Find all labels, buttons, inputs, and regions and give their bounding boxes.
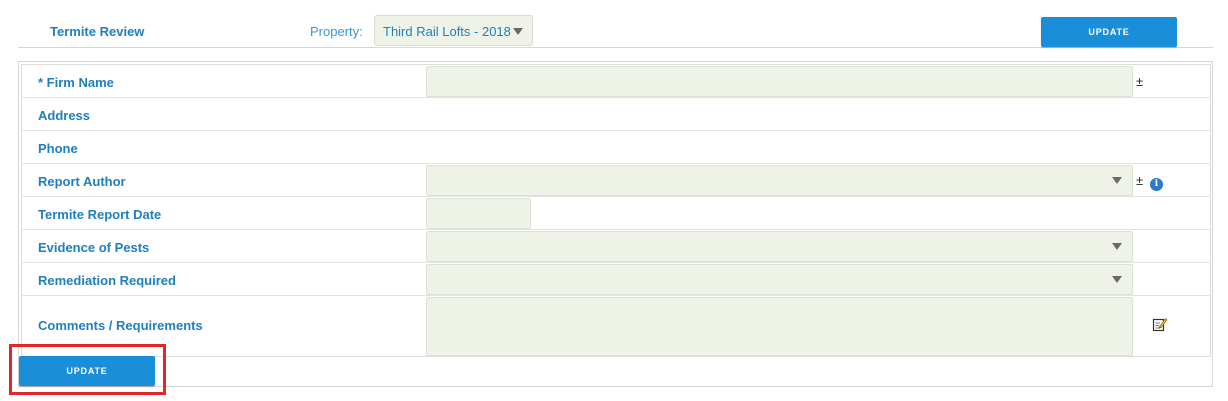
form-row-evidence-of-pests: Evidence of Pests [22, 230, 1210, 263]
add-remove-toggle[interactable]: ± [1136, 173, 1143, 188]
address-label: Address [38, 108, 91, 123]
info-icon[interactable]: i [1150, 178, 1163, 191]
form-row-report-date: Termite Report Date [22, 197, 1210, 230]
comments-requirements-label: Comments / Requirements [38, 318, 203, 333]
page-title: Termite Review [50, 24, 145, 39]
termite-review-form: * Firm Name ± Address Phone Report Autho… [18, 61, 1213, 387]
firm-name-label: * Firm Name [38, 75, 114, 90]
form-row-address: Address [22, 98, 1210, 131]
form-row-phone: Phone [22, 131, 1210, 164]
chevron-down-icon [1112, 177, 1122, 184]
edit-icon[interactable] [1152, 316, 1168, 332]
firm-name-input[interactable] [426, 66, 1133, 97]
add-remove-toggle[interactable]: ± [1136, 74, 1143, 89]
evidence-of-pests-select[interactable] [426, 231, 1133, 262]
chevron-down-icon [513, 28, 523, 35]
report-author-label: Report Author [38, 174, 126, 189]
property-select[interactable]: Third Rail Lofts - 2018 [374, 15, 533, 46]
form-row-remediation-required: Remediation Required [22, 263, 1210, 296]
termite-report-date-input[interactable] [426, 198, 531, 229]
form-row-report-author: Report Author ± i [22, 164, 1210, 197]
termite-report-date-label: Termite Report Date [38, 207, 162, 222]
chevron-down-icon [1112, 276, 1122, 283]
form-row-comments: Comments / Requirements [22, 296, 1210, 356]
evidence-of-pests-label: Evidence of Pests [38, 240, 150, 255]
form-row-firm-name: * Firm Name ± [22, 65, 1210, 98]
report-author-select[interactable] [426, 165, 1133, 196]
comments-requirements-textarea[interactable] [426, 297, 1133, 356]
page-header: Termite Review Property: Third Rail Loft… [18, 0, 1213, 48]
property-select-value: Third Rail Lofts - 2018 [383, 24, 511, 39]
remediation-required-select[interactable] [426, 264, 1133, 295]
form-table: * Firm Name ± Address Phone Report Autho… [21, 64, 1211, 357]
remediation-required-label: Remediation Required [38, 273, 176, 288]
update-button-top[interactable]: UPDATE [1041, 17, 1177, 47]
highlight-box [9, 344, 166, 395]
phone-label: Phone [38, 141, 78, 156]
chevron-down-icon [1112, 243, 1122, 250]
property-label: Property: [310, 24, 363, 39]
